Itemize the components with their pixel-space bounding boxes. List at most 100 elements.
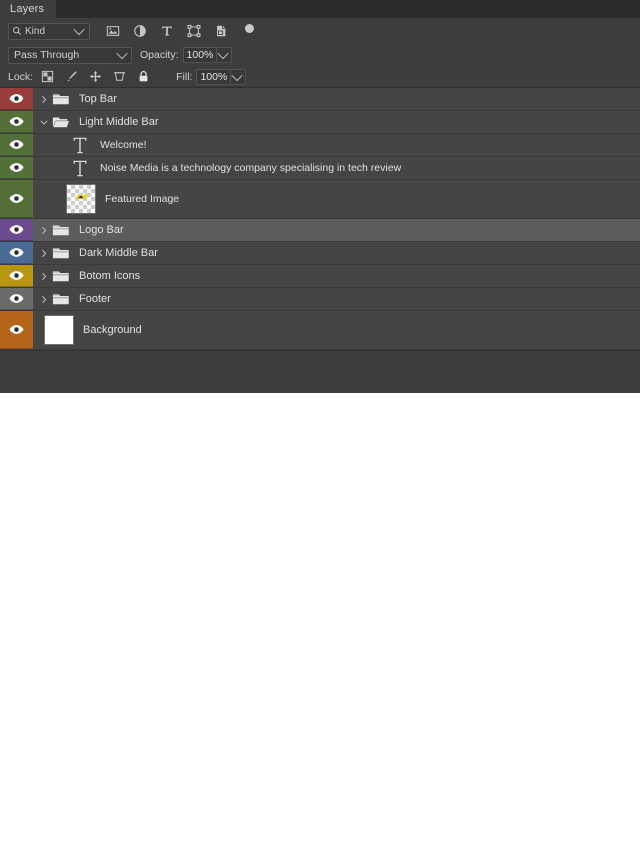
folder-closed-icon: [52, 94, 69, 105]
layer-visibility-cell[interactable]: [0, 134, 33, 156]
layer-row[interactable]: Footer: [0, 288, 640, 311]
visibility-eye-icon[interactable]: [9, 247, 24, 258]
fill-value[interactable]: 100%: [196, 68, 232, 85]
layer-row-body: Welcome!: [33, 134, 640, 156]
lock-label: Lock:: [8, 70, 34, 83]
layer-row-body: Botom Icons: [33, 265, 640, 287]
chevron-down-icon: [40, 120, 48, 125]
folder-closed-icon: [52, 225, 69, 236]
folder-closed-icon: [52, 294, 69, 305]
blend-mode-value: Pass Through: [14, 49, 80, 61]
layer-thumbnail[interactable]: [66, 184, 96, 214]
visibility-eye-icon[interactable]: [9, 93, 24, 104]
lock-image-pixels-icon[interactable]: [65, 70, 78, 83]
layer-visibility-cell[interactable]: [0, 157, 33, 179]
visibility-eye-icon[interactable]: [9, 293, 24, 304]
tab-layers[interactable]: Layers: [0, 0, 57, 18]
layer-row[interactable]: Background: [0, 311, 640, 350]
layer-row-body: Footer: [33, 288, 640, 310]
group-expand-toggle[interactable]: [37, 95, 51, 104]
layer-visibility-cell[interactable]: [0, 288, 33, 310]
blend-mode-select[interactable]: Pass Through: [8, 46, 132, 64]
group-expand-toggle[interactable]: [37, 249, 51, 258]
filter-smart-object-layers-icon[interactable]: [214, 24, 228, 38]
fill-control: 100%: [196, 68, 247, 85]
opacity-label: Opacity:: [140, 49, 179, 61]
layer-row[interactable]: Botom Icons: [0, 265, 640, 288]
filter-type-icons: [106, 23, 254, 38]
layer-name[interactable]: Top Bar: [79, 93, 117, 105]
chevron-right-icon: [42, 226, 47, 234]
layer-visibility-cell[interactable]: [0, 111, 33, 133]
group-expand-toggle[interactable]: [37, 295, 51, 304]
folder-open-icon: [52, 117, 70, 128]
layer-name[interactable]: Light Middle Bar: [79, 116, 159, 128]
filter-enable-toggle[interactable]: [245, 23, 254, 33]
layer-row-body: Noise Media is a technology company spec…: [33, 157, 640, 179]
chevron-right-icon: [42, 272, 47, 280]
type-layer-thumbnail: [69, 133, 91, 157]
layer-name[interactable]: Noise Media is a technology company spec…: [100, 162, 401, 174]
lock-transparent-pixels-icon[interactable]: [41, 70, 54, 83]
layer-row[interactable]: Noise Media is a technology company spec…: [0, 157, 640, 180]
lock-artboard-nesting-icon[interactable]: [113, 70, 126, 83]
layer-name[interactable]: Background: [83, 324, 142, 336]
layer-name[interactable]: Featured Image: [105, 193, 179, 205]
visibility-eye-icon[interactable]: [9, 162, 24, 173]
layer-row-body: Background: [33, 311, 640, 349]
group-expand-toggle[interactable]: [37, 226, 51, 235]
layer-row[interactable]: Logo Bar: [0, 219, 640, 242]
visibility-eye-icon[interactable]: [9, 270, 24, 281]
chevron-down-icon: [231, 69, 243, 81]
layer-filter-bar: Kind: [0, 18, 640, 44]
filter-kind-label: Kind: [25, 25, 46, 37]
layer-row-body: Featured Image: [33, 180, 640, 218]
layer-row[interactable]: Light Middle Bar: [0, 111, 640, 134]
layer-row[interactable]: Welcome!: [0, 134, 640, 157]
filter-pixel-layers-icon[interactable]: [106, 24, 120, 38]
group-collapse-toggle[interactable]: [37, 118, 51, 127]
layer-row-body: Dark Middle Bar: [33, 242, 640, 264]
layer-visibility-cell[interactable]: [0, 265, 33, 287]
tab-layers-label: Layers: [10, 3, 45, 15]
layer-name[interactable]: Footer: [79, 293, 111, 305]
lock-all-icon[interactable]: [137, 70, 150, 83]
layer-name[interactable]: Welcome!: [100, 139, 147, 151]
chevron-down-icon: [116, 47, 128, 60]
layer-name[interactable]: Botom Icons: [79, 270, 140, 282]
visibility-eye-icon[interactable]: [9, 139, 24, 150]
layer-row[interactable]: Dark Middle Bar: [0, 242, 640, 265]
layer-visibility-cell[interactable]: [0, 219, 33, 241]
opacity-value[interactable]: 100%: [182, 47, 218, 63]
chevron-right-icon: [42, 95, 47, 103]
layer-visibility-cell[interactable]: [0, 180, 33, 218]
layer-thumbnail[interactable]: [44, 315, 74, 345]
opacity-stepper[interactable]: [217, 47, 233, 63]
folder-closed-icon: [52, 271, 69, 282]
chevron-right-icon: [42, 249, 47, 257]
tab-strip-filler: [56, 0, 640, 18]
layer-row-body: Top Bar: [33, 88, 640, 110]
visibility-eye-icon[interactable]: [9, 193, 24, 204]
filter-adjustment-layers-icon[interactable]: [133, 24, 147, 38]
panel-bottom-edge: [0, 350, 640, 360]
visibility-eye-icon[interactable]: [9, 224, 24, 235]
visibility-eye-icon[interactable]: [9, 324, 24, 335]
fill-stepper[interactable]: [231, 68, 247, 85]
group-expand-toggle[interactable]: [37, 272, 51, 281]
filter-type-layers-icon[interactable]: [160, 24, 174, 38]
filter-kind-select[interactable]: Kind: [8, 22, 90, 40]
lock-position-icon[interactable]: [89, 70, 102, 83]
layer-name[interactable]: Logo Bar: [79, 224, 124, 236]
chevron-right-icon: [42, 295, 47, 303]
layer-visibility-cell[interactable]: [0, 311, 33, 349]
search-icon: [12, 26, 21, 35]
layer-visibility-cell[interactable]: [0, 88, 33, 110]
filter-shape-layers-icon[interactable]: [187, 24, 201, 38]
layer-name[interactable]: Dark Middle Bar: [79, 247, 158, 259]
visibility-eye-icon[interactable]: [9, 116, 24, 127]
layer-row[interactable]: Top Bar: [0, 88, 640, 111]
layer-visibility-cell[interactable]: [0, 242, 33, 264]
layer-row[interactable]: Featured Image: [0, 180, 640, 219]
chevron-down-icon: [217, 47, 229, 60]
